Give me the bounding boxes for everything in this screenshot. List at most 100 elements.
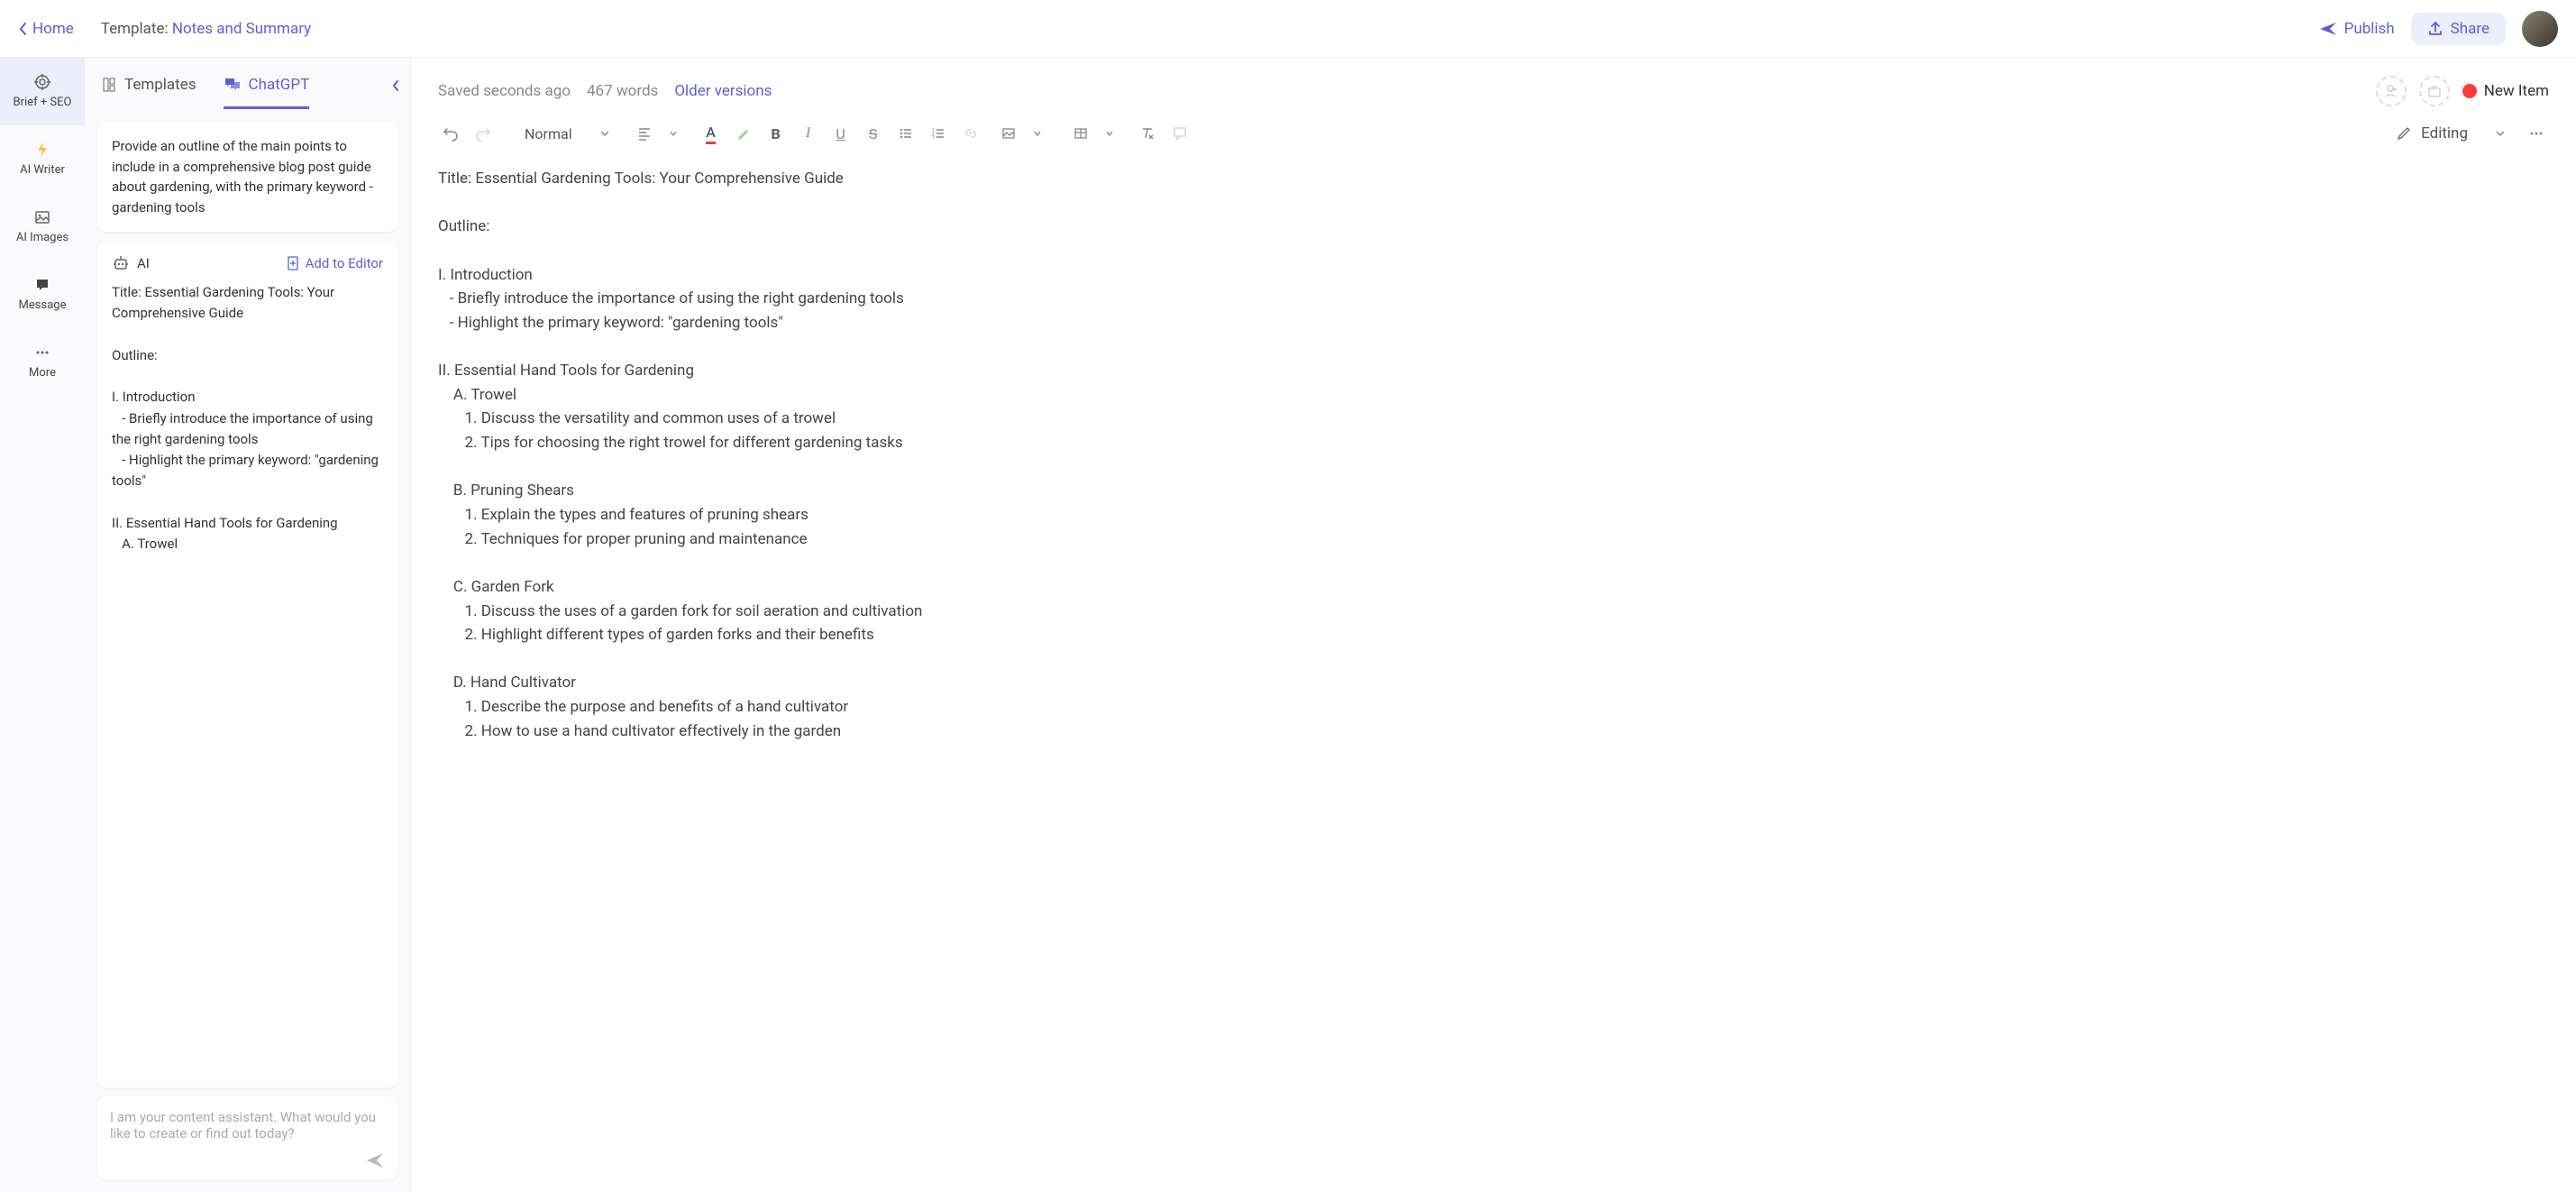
table-icon [1073,126,1088,141]
rail-more[interactable]: More [0,328,85,396]
publish-button[interactable]: Publish [2319,20,2395,38]
editing-mode-label: Editing [2421,124,2468,142]
table-dropdown[interactable] [1097,121,1122,146]
tab-templates[interactable]: Templates [101,67,196,109]
saved-status: Saved seconds ago [438,82,571,100]
numbered-list-button[interactable]: 123 [926,121,951,146]
document-line[interactable]: I. Introduction [438,264,2522,287]
new-item-label: New Item [2484,82,2549,100]
template-name[interactable]: Notes and Summary [172,20,311,38]
rail-writer-label: AI Writer [20,163,65,177]
collapse-panel-button[interactable] [387,74,405,97]
document-line[interactable]: Title: Essential Gardening Tools: Your C… [438,168,2522,190]
chevron-left-icon [390,78,401,94]
left-rail: Brief + SEO AI Writer AI Images Message … [0,58,85,1192]
ai-response-card: AI Add to Editor Title: Essential Garden… [97,241,397,1087]
header-right: Publish Share [2319,11,2558,47]
italic-icon: I [806,125,810,142]
document-line[interactable]: 1. Discuss the versatility and common us… [438,408,2522,430]
rail-ai-images[interactable]: AI Images [0,193,85,261]
share-label: Share [2451,20,2489,38]
highlight-button[interactable] [731,121,756,146]
document-line[interactable] [438,240,2522,262]
undo-button[interactable] [438,121,463,146]
more-toolbar-button[interactable] [2524,121,2549,146]
top-header: Home Template: Notes and Summary Publish… [0,0,2576,58]
image-button[interactable] [996,121,1021,146]
svg-text:3: 3 [932,135,935,141]
editing-mode-select[interactable]: Editing [2396,121,2549,146]
strike-icon: S [869,125,878,142]
add-collaborator-placeholder[interactable] [2376,76,2407,106]
paragraph-style-select[interactable]: Normal [516,122,619,146]
document-line[interactable]: A. Trowel [438,384,2522,407]
document-line[interactable]: 2. How to use a hand cultivator effectiv… [438,720,2522,743]
chevron-down-icon [669,129,678,138]
document-line[interactable]: 2. Techniques for proper pruning and mai… [438,528,2522,551]
document-line[interactable]: 2. Highlight different types of garden f… [438,624,2522,646]
rail-message[interactable]: Message [0,261,85,328]
table-button[interactable] [1068,121,1093,146]
editor-toolbar: Normal A B I [411,115,2576,159]
align-dropdown[interactable] [661,121,686,146]
assistant-input-card [97,1096,397,1179]
new-item-badge[interactable]: New Item [2462,82,2549,100]
document-line[interactable] [438,335,2522,358]
older-versions-link[interactable]: Older versions [674,82,772,100]
comment-button[interactable] [1167,121,1192,146]
add-to-editor-label: Add to Editor [306,255,383,271]
document-line[interactable]: - Highlight the primary keyword: "garden… [438,312,2522,335]
redo-button[interactable] [470,121,496,146]
document-line[interactable] [438,192,2522,215]
comment-icon [1172,125,1188,142]
document-line[interactable] [438,456,2522,479]
document-line[interactable] [438,648,2522,671]
editor-area: Saved seconds ago 467 words Older versio… [411,58,2576,1192]
document-line[interactable]: 1. Explain the types and features of pru… [438,504,2522,527]
bullet-list-button[interactable] [893,121,918,146]
dots-icon [34,344,50,361]
font-color-button[interactable]: A [699,121,724,146]
document-line[interactable]: D. Hand Cultivator [438,672,2522,694]
document-line[interactable]: 2. Tips for choosing the right trowel fo… [438,432,2522,454]
ai-label-text: AI [137,255,150,271]
document-line[interactable]: II. Essential Hand Tools for Gardening [438,360,2522,382]
document-body[interactable]: Title: Essential Gardening Tools: Your C… [411,159,2576,1192]
calendar-placeholder[interactable] [2419,76,2450,106]
rail-ai-writer[interactable]: AI Writer [0,125,85,193]
image-dropdown[interactable] [1025,121,1050,146]
document-line[interactable]: 1. Describe the purpose and benefits of … [438,696,2522,719]
align-button[interactable] [632,121,657,146]
rail-brief-seo[interactable]: Brief + SEO [0,58,85,125]
document-line[interactable]: - Briefly introduce the importance of us… [438,288,2522,310]
share-button[interactable]: Share [2411,13,2506,45]
bold-icon: B [771,125,780,142]
tab-chatgpt[interactable]: ChatGPT [224,67,310,109]
home-link[interactable]: Home [18,20,74,38]
document-line[interactable]: 1. Discuss the uses of a garden fork for… [438,601,2522,623]
rail-images-label: AI Images [16,231,69,244]
italic-button[interactable]: I [796,121,821,146]
assistant-input[interactable] [110,1109,385,1163]
home-label: Home [32,20,74,38]
strikethrough-button[interactable]: S [861,121,886,146]
send-button[interactable] [365,1151,385,1170]
rail-message-label: Message [19,298,67,312]
template-prefix: Template: [101,20,169,38]
document-line[interactable]: Outline: [438,215,2522,238]
clear-format-button[interactable] [1135,121,1160,146]
bold-button[interactable]: B [763,121,789,146]
underline-button[interactable]: U [828,121,854,146]
image-icon [1001,126,1016,141]
response-header: AI Add to Editor [112,255,383,271]
user-avatar[interactable] [2522,11,2558,47]
document-line[interactable]: B. Pruning Shears [438,480,2522,502]
upload-icon [2427,21,2444,37]
robot-icon [112,255,130,271]
document-line[interactable]: C. Garden Fork [438,576,2522,599]
link-button[interactable] [958,121,983,146]
numbered-list-icon: 123 [931,126,945,141]
underline-icon: U [836,125,845,142]
document-line[interactable] [438,552,2522,574]
add-to-editor-button[interactable]: Add to Editor [286,255,383,271]
